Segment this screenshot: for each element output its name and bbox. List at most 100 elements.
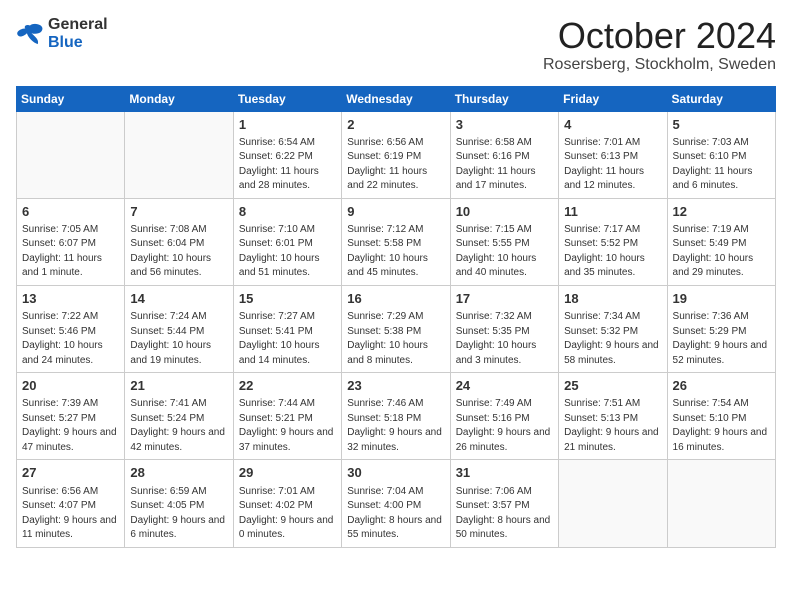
day-of-week-header: Friday [559, 86, 667, 111]
calendar-week-row: 6 Sunrise: 7:05 AMSunset: 6:07 PMDaylight… [17, 198, 776, 285]
day-info: Sunrise: 7:24 AMSunset: 5:44 PMDaylight:… [130, 310, 227, 368]
calendar-day-cell: 11 Sunrise: 7:17 AMSunset: 5:52 PMDayligh… [559, 198, 667, 285]
day-of-week-header: Monday [125, 86, 233, 111]
calendar-day-cell: 16Sunrise: 7:29 AMSunset: 5:38 PMDayligh… [342, 285, 450, 372]
day-number: 6 [22, 203, 119, 221]
calendar-week-row: 27 Sunrise: 6:56 AMSunset: 4:07 PMDayligh… [17, 460, 776, 547]
calendar-day-cell: 5 Sunrise: 7:03 AMSunset: 6:10 PMDaylight… [667, 111, 775, 198]
calendar-day-cell: 19 Sunrise: 7:36 AMSunset: 5:29 PMDayligh… [667, 285, 775, 372]
day-info: Sunrise: 7:05 AMSunset: 6:07 PMDaylight:… [22, 223, 119, 281]
day-number: 17 [456, 290, 553, 308]
day-info: Sunrise: 7:36 AMSunset: 5:29 PMDaylight:… [673, 310, 770, 368]
day-number: 7 [130, 203, 227, 221]
day-info: Sunrise: 7:17 AMSunset: 5:52 PMDaylight:… [564, 223, 661, 281]
calendar-day-cell: 27 Sunrise: 6:56 AMSunset: 4:07 PMDayligh… [17, 460, 125, 547]
calendar-day-cell: 15Sunrise: 7:27 AMSunset: 5:41 PMDayligh… [233, 285, 341, 372]
calendar-day-cell: 21Sunrise: 7:41 AMSunset: 5:24 PMDayligh… [125, 373, 233, 460]
day-info: Sunrise: 6:56 AMSunset: 6:19 PMDaylight:… [347, 136, 444, 194]
month-title: October 2024 [543, 16, 776, 56]
day-number: 16 [347, 290, 444, 308]
day-number: 30 [347, 464, 444, 482]
day-info: Sunrise: 7:51 AMSunset: 5:13 PMDaylight:… [564, 397, 661, 455]
day-number: 2 [347, 116, 444, 134]
calendar-day-cell: 24 Sunrise: 7:49 AMSunset: 5:16 PMDayligh… [450, 373, 558, 460]
day-of-week-header: Saturday [667, 86, 775, 111]
day-number: 11 [564, 203, 661, 221]
location-title: Rosersberg, Stockholm, Sweden [543, 56, 776, 74]
day-number: 31 [456, 464, 553, 482]
day-info: Sunrise: 7:49 AMSunset: 5:16 PMDaylight:… [456, 397, 553, 455]
day-info: Sunrise: 7:03 AMSunset: 6:10 PMDaylight:… [673, 136, 770, 194]
day-info: Sunrise: 7:46 AMSunset: 5:18 PMDaylight:… [347, 397, 444, 455]
day-info: Sunrise: 7:39 AMSunset: 5:27 PMDaylight:… [22, 397, 119, 455]
day-number: 3 [456, 116, 553, 134]
day-number: 19 [673, 290, 770, 308]
day-info: Sunrise: 6:58 AMSunset: 6:16 PMDaylight:… [456, 136, 553, 194]
logo-bird-icon [16, 22, 44, 46]
calendar-day-cell: 14 Sunrise: 7:24 AMSunset: 5:44 PMDayligh… [125, 285, 233, 372]
day-info: Sunrise: 6:56 AMSunset: 4:07 PMDaylight:… [22, 485, 119, 543]
calendar-day-cell [125, 111, 233, 198]
calendar-day-cell [667, 460, 775, 547]
calendar-day-cell: 23Sunrise: 7:46 AMSunset: 5:18 PMDayligh… [342, 373, 450, 460]
calendar-week-row: 20 Sunrise: 7:39 AMSunset: 5:27 PMDayligh… [17, 373, 776, 460]
day-info: Sunrise: 7:41 AMSunset: 5:24 PMDaylight:… [130, 397, 227, 455]
calendar-day-cell: 13Sunrise: 7:22 AMSunset: 5:46 PMDayligh… [17, 285, 125, 372]
calendar-day-cell: 17Sunrise: 7:32 AMSunset: 5:35 PMDayligh… [450, 285, 558, 372]
calendar-day-cell: 12 Sunrise: 7:19 AMSunset: 5:49 PMDayligh… [667, 198, 775, 285]
day-number: 25 [564, 377, 661, 395]
day-number: 28 [130, 464, 227, 482]
day-number: 18 [564, 290, 661, 308]
calendar-day-cell: 31Sunrise: 7:06 AMSunset: 3:57 PMDayligh… [450, 460, 558, 547]
day-of-week-header: Sunday [17, 86, 125, 111]
calendar-body: 1 Sunrise: 6:54 AMSunset: 6:22 PMDaylight… [17, 111, 776, 547]
calendar-day-cell [17, 111, 125, 198]
day-info: Sunrise: 6:54 AMSunset: 6:22 PMDaylight:… [239, 136, 336, 194]
day-info: Sunrise: 7:12 AMSunset: 5:58 PMDaylight:… [347, 223, 444, 281]
day-info: Sunrise: 7:27 AMSunset: 5:41 PMDaylight:… [239, 310, 336, 368]
day-info: Sunrise: 7:08 AMSunset: 6:04 PMDaylight:… [130, 223, 227, 281]
calendar-day-cell: 22 Sunrise: 7:44 AMSunset: 5:21 PMDayligh… [233, 373, 341, 460]
day-number: 27 [22, 464, 119, 482]
day-number: 13 [22, 290, 119, 308]
calendar-day-cell: 18 Sunrise: 7:34 AMSunset: 5:32 PMDayligh… [559, 285, 667, 372]
calendar-day-cell: 28Sunrise: 6:59 AMSunset: 4:05 PMDayligh… [125, 460, 233, 547]
page-header: General Blue October 2024 Rosersberg, St… [16, 16, 776, 74]
day-info: Sunrise: 7:19 AMSunset: 5:49 PMDaylight:… [673, 223, 770, 281]
calendar-header: SundayMondayTuesdayWednesdayThursdayFrid… [17, 86, 776, 111]
calendar-day-cell: 4 Sunrise: 7:01 AMSunset: 6:13 PMDaylight… [559, 111, 667, 198]
day-info: Sunrise: 7:04 AMSunset: 4:00 PMDaylight:… [347, 485, 444, 543]
calendar-day-cell: 30 Sunrise: 7:04 AMSunset: 4:00 PMDayligh… [342, 460, 450, 547]
day-of-week-header: Wednesday [342, 86, 450, 111]
calendar-day-cell: 2 Sunrise: 6:56 AMSunset: 6:19 PMDaylight… [342, 111, 450, 198]
day-number: 26 [673, 377, 770, 395]
calendar-day-cell: 9Sunrise: 7:12 AMSunset: 5:58 PMDaylight… [342, 198, 450, 285]
day-info: Sunrise: 7:10 AMSunset: 6:01 PMDaylight:… [239, 223, 336, 281]
day-info: Sunrise: 7:44 AMSunset: 5:21 PMDaylight:… [239, 397, 336, 455]
day-number: 24 [456, 377, 553, 395]
calendar-day-cell: 25 Sunrise: 7:51 AMSunset: 5:13 PMDayligh… [559, 373, 667, 460]
calendar-day-cell: 10 Sunrise: 7:15 AMSunset: 5:55 PMDayligh… [450, 198, 558, 285]
day-of-week-header: Thursday [450, 86, 558, 111]
day-number: 5 [673, 116, 770, 134]
day-number: 10 [456, 203, 553, 221]
day-number: 4 [564, 116, 661, 134]
day-number: 1 [239, 116, 336, 134]
calendar-week-row: 13Sunrise: 7:22 AMSunset: 5:46 PMDayligh… [17, 285, 776, 372]
day-number: 22 [239, 377, 336, 395]
day-number: 14 [130, 290, 227, 308]
calendar-day-cell: 1 Sunrise: 6:54 AMSunset: 6:22 PMDaylight… [233, 111, 341, 198]
logo-text: General Blue [48, 16, 108, 52]
day-number: 12 [673, 203, 770, 221]
calendar-week-row: 1 Sunrise: 6:54 AMSunset: 6:22 PMDaylight… [17, 111, 776, 198]
calendar-day-cell: 26 Sunrise: 7:54 AMSunset: 5:10 PMDayligh… [667, 373, 775, 460]
day-number: 20 [22, 377, 119, 395]
calendar-day-cell: 29Sunrise: 7:01 AMSunset: 4:02 PMDayligh… [233, 460, 341, 547]
day-info: Sunrise: 7:01 AMSunset: 6:13 PMDaylight:… [564, 136, 661, 194]
calendar-day-cell: 8Sunrise: 7:10 AMSunset: 6:01 PMDaylight… [233, 198, 341, 285]
day-info: Sunrise: 7:54 AMSunset: 5:10 PMDaylight:… [673, 397, 770, 455]
day-info: Sunrise: 7:34 AMSunset: 5:32 PMDaylight:… [564, 310, 661, 368]
day-info: Sunrise: 7:15 AMSunset: 5:55 PMDaylight:… [456, 223, 553, 281]
calendar-day-cell [559, 460, 667, 547]
calendar-day-cell: 20 Sunrise: 7:39 AMSunset: 5:27 PMDayligh… [17, 373, 125, 460]
